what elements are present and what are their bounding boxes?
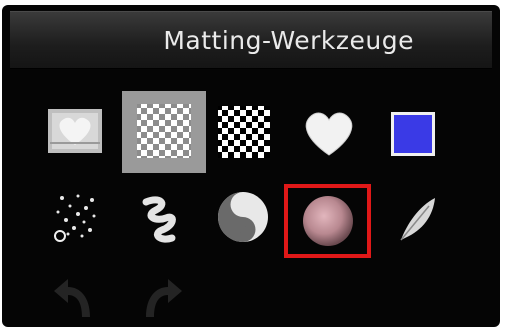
feather-tool[interactable] <box>389 190 447 248</box>
scatter-brush-tool[interactable] <box>48 190 106 248</box>
transparency-selected-tool[interactable] <box>135 102 193 160</box>
squiggle-brush-tool[interactable] <box>130 190 188 248</box>
white-heart-icon <box>305 112 353 156</box>
blue-color-swatch-icon <box>391 112 435 156</box>
undo-button[interactable] <box>46 267 104 325</box>
heart-photo-icon <box>48 109 102 153</box>
redo-button[interactable] <box>132 267 190 325</box>
sphere-tool[interactable] <box>299 192 357 250</box>
transparency-tool[interactable] <box>215 103 273 161</box>
panel-title: Matting-Werkzeuge <box>163 26 414 55</box>
transparency-checker-selected-icon <box>137 104 191 158</box>
transparency-checker-icon <box>218 106 270 158</box>
panel-header: Matting-Werkzeuge <box>10 11 492 69</box>
redo-arrow-icon <box>146 279 182 317</box>
feather-icon <box>400 198 435 241</box>
squiggle-brush-icon <box>142 196 176 243</box>
scatter-dots-brush-icon <box>54 194 96 242</box>
yin-yang-icon <box>218 192 268 242</box>
yin-yang-tool[interactable] <box>214 188 272 246</box>
pink-sphere-icon <box>303 196 353 246</box>
heart-shape-tool[interactable] <box>300 103 358 161</box>
color-swatch-tool[interactable] <box>384 105 442 163</box>
undo-arrow-icon <box>54 279 90 317</box>
heart-photo-tool[interactable] <box>46 103 104 161</box>
matting-tools-panel: Matting-Werkzeuge <box>2 5 500 327</box>
